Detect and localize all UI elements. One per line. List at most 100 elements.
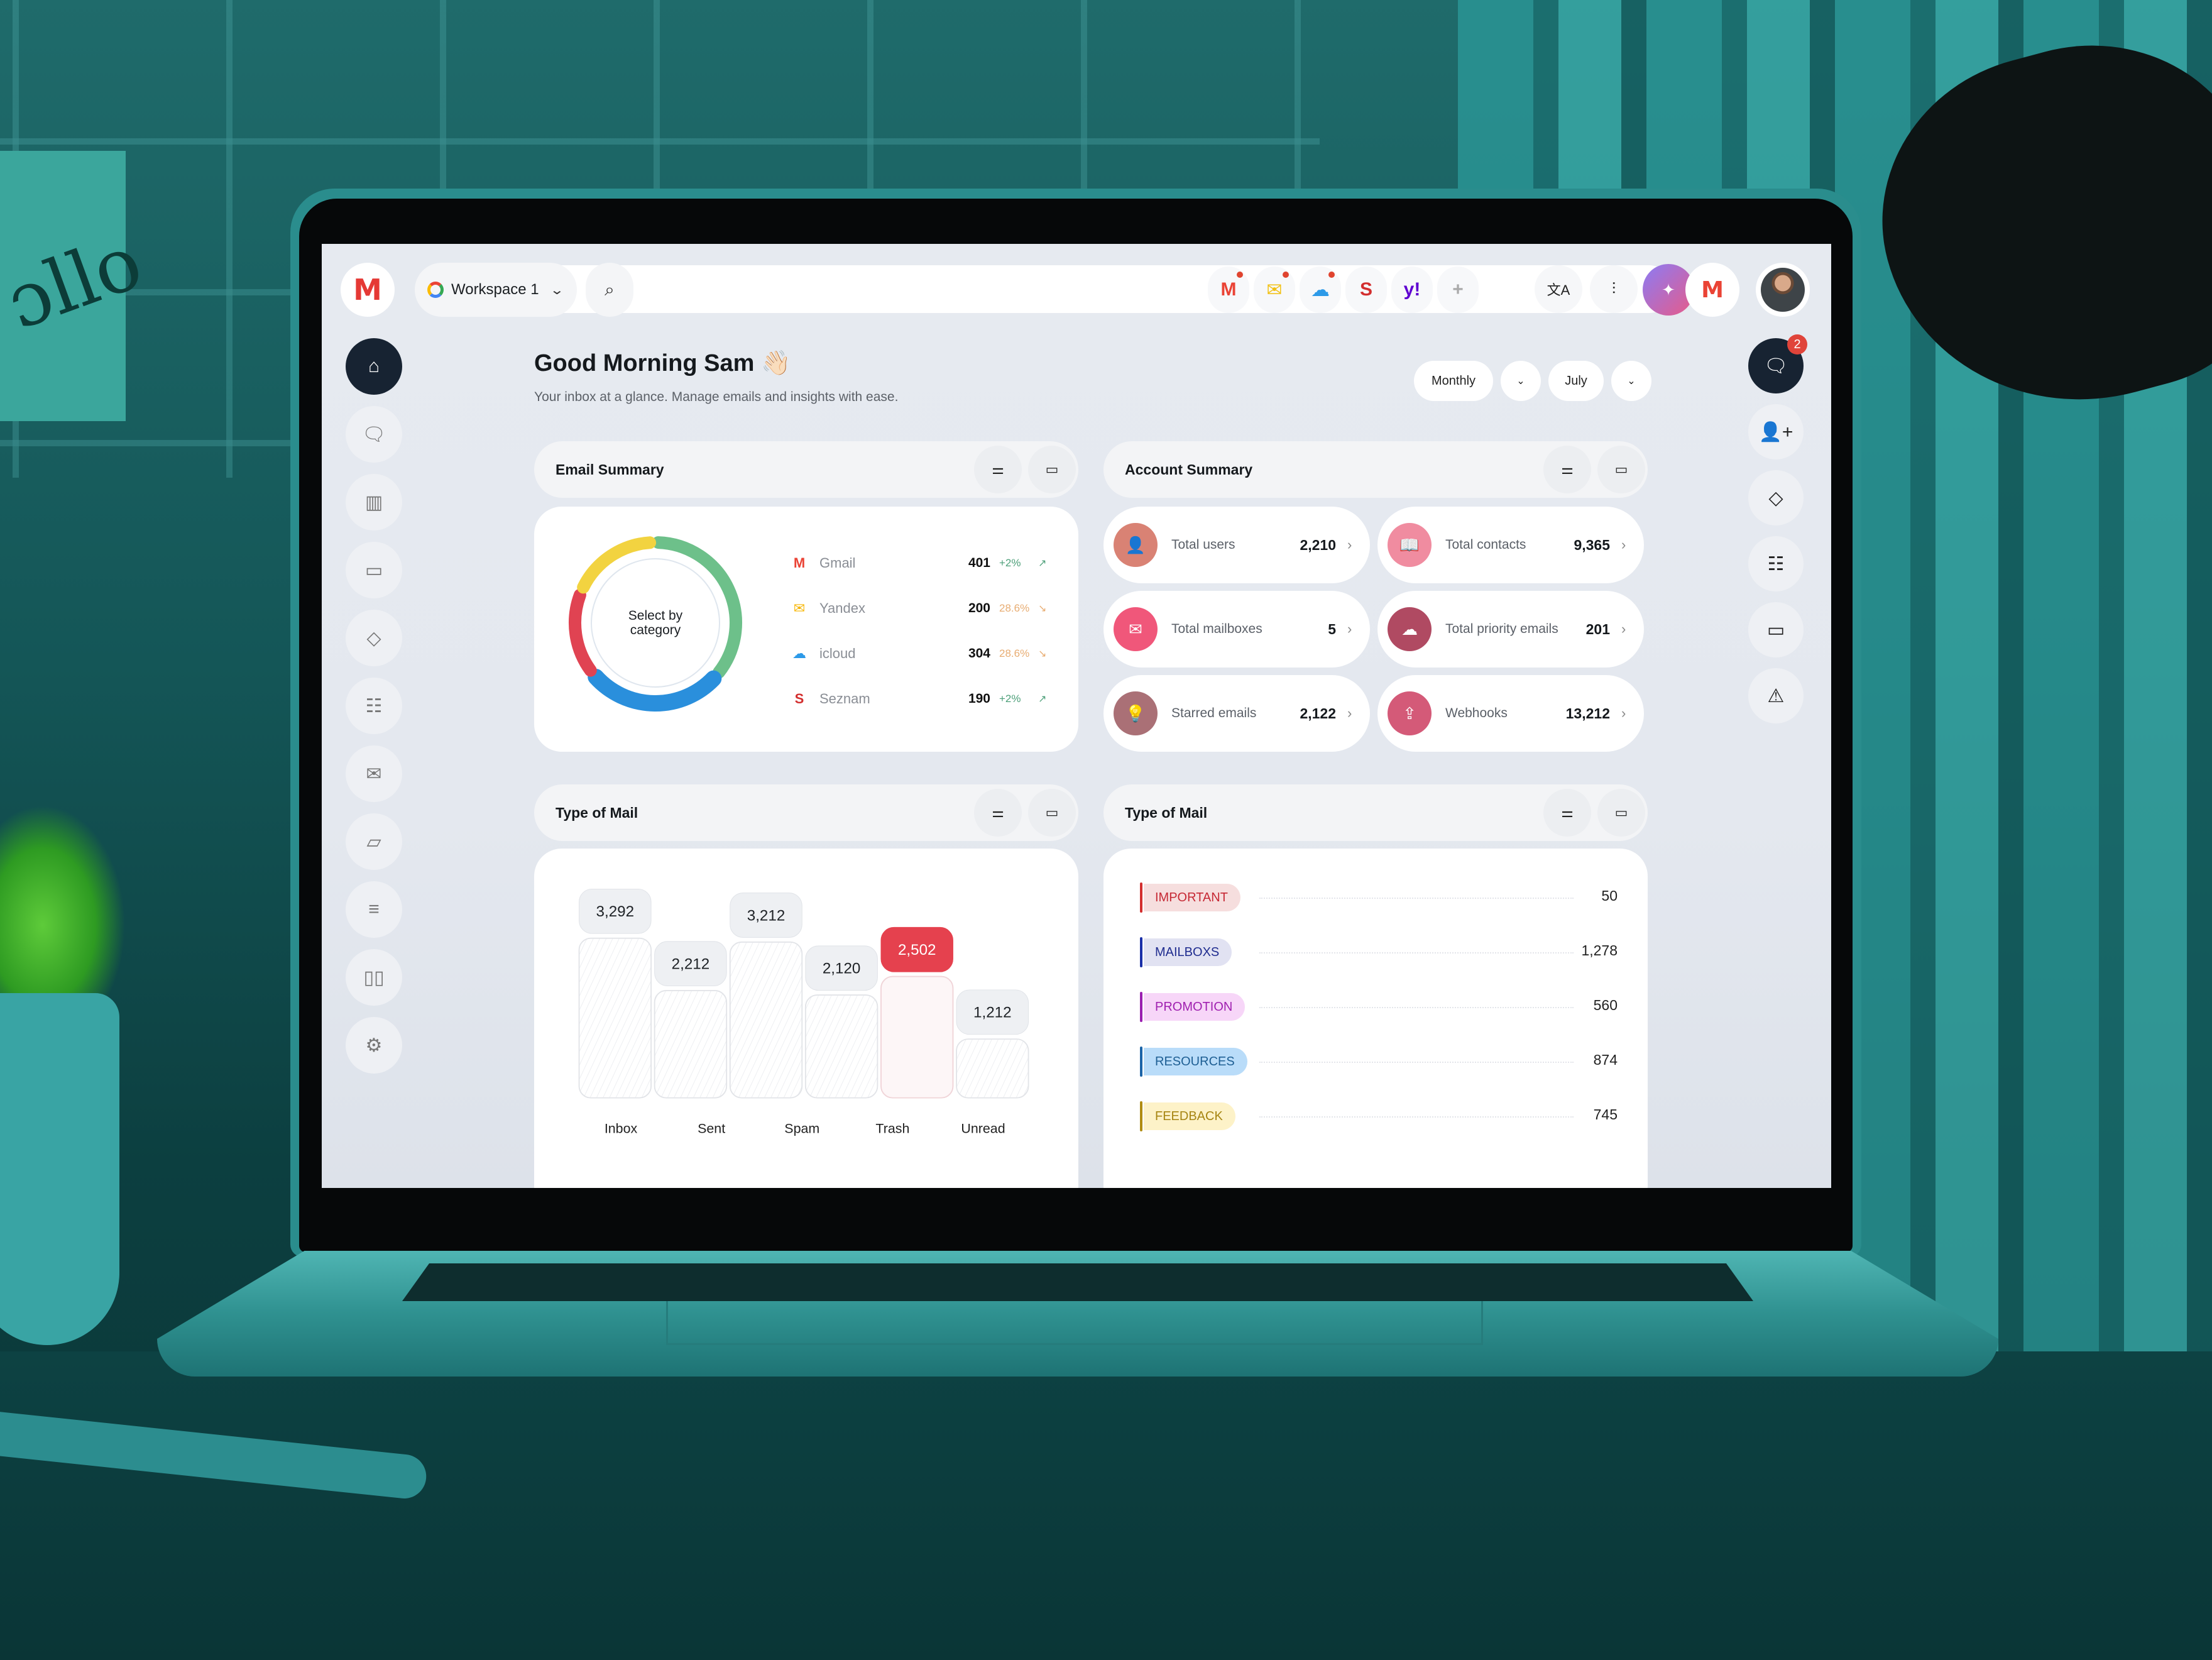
sidebar-item-mail[interactable]: ✉ — [346, 745, 402, 802]
legend-change: 28.6% — [999, 647, 1030, 659]
tag-leader-line — [1259, 1007, 1574, 1008]
sidebar-item-folder[interactable]: ▱ — [346, 813, 402, 870]
mail-tag-row[interactable]: FEEDBACK 745 — [1140, 1100, 1618, 1133]
period-dropdown-button[interactable]: ⌄ — [1501, 361, 1541, 401]
right-sidebar-item-messages[interactable]: 🗨 2 — [1748, 334, 1807, 393]
bar-value-label: 3,212 — [747, 907, 786, 924]
stat-icon: ✉ — [1114, 607, 1158, 651]
account-stat-card[interactable]: ⇪ Webhooks 13,212 › — [1377, 675, 1644, 752]
provider-yandex-button[interactable]: ✉ — [1254, 267, 1295, 313]
calendar-icon: ▭ — [1045, 461, 1059, 477]
legend-change: 28.6% — [999, 602, 1030, 614]
mail-type-chart-calendar-button[interactable]: ▭ — [1028, 789, 1076, 837]
mail-tag-row[interactable]: RESOURCES 874 — [1140, 1045, 1618, 1078]
add-user-icon: 👤+ — [1758, 421, 1793, 442]
tag-leader-line — [1259, 1116, 1574, 1118]
account-stat-card[interactable]: ☁ Total priority emails 201 › — [1377, 591, 1644, 668]
sticky-note-decoration: ɔllo — [0, 151, 153, 421]
provider-icloud-button[interactable]: ☁ — [1300, 267, 1341, 313]
legend-item[interactable]: ☁ icloud 304 28.6% ↘ — [791, 631, 1054, 676]
sidebar-item-calendar[interactable]: ▭ — [346, 542, 402, 598]
bar[interactable] — [880, 976, 954, 1099]
right-sidebar-item-tags[interactable]: ◇ — [1748, 470, 1804, 525]
account-mail-button[interactable]: M — [1685, 263, 1739, 317]
account-area: M — [1685, 263, 1811, 317]
sidebar-item-chats[interactable]: 🗨 — [346, 406, 402, 463]
translate-icon: 文A — [1547, 282, 1570, 298]
workspace-selector[interactable]: Workspace 1 ⌄ — [415, 263, 577, 317]
sidebar-item-tags[interactable]: ◇ — [346, 610, 402, 666]
account-stat-card[interactable]: 📖 Total contacts 9,365 › — [1377, 507, 1644, 583]
period-select[interactable]: Monthly — [1414, 361, 1493, 401]
user-avatar[interactable] — [1756, 263, 1810, 317]
legend-item[interactable]: ✉ Yandex 200 28.6% ↘ — [791, 586, 1054, 631]
gmail-icon: M — [1701, 277, 1724, 303]
seznam-icon: S — [794, 691, 804, 706]
provider-add-provider-button[interactable]: + — [1437, 267, 1479, 313]
page-subtitle: Your inbox at a glance. Manage emails an… — [534, 390, 899, 404]
sidebar-item-notes[interactable]: ≡ — [346, 881, 402, 938]
tag-color-bar — [1140, 992, 1142, 1022]
tag-leader-line — [1259, 1062, 1574, 1063]
mail-type-tags-filter-button[interactable]: ⚌ — [1543, 789, 1591, 837]
tag-label: IMPORTANT — [1144, 884, 1240, 911]
top-bar: M Workspace 1 ⌄ ⌕ M ✉ ☁ Sy! + 文A ⫶ ✦ M — [341, 263, 1811, 317]
right-sidebar: 🗨 2 👤+ ◇ ☷ ▭ ⚠ — [1748, 334, 1807, 734]
x-axis-tick-label: Inbox — [605, 1121, 638, 1136]
bar[interactable] — [804, 994, 879, 1099]
tags-icon: ◇ — [366, 627, 381, 649]
bar[interactable] — [654, 990, 728, 1099]
search-button[interactable]: ⌕ — [586, 263, 633, 317]
app-logo[interactable]: M — [341, 263, 395, 317]
bar[interactable] — [729, 941, 803, 1099]
bar[interactable] — [578, 937, 652, 1099]
account-stat-card[interactable]: 💡 Starred emails 2,122 › — [1103, 675, 1370, 752]
mail-type-chart-filter-button[interactable]: ⚌ — [974, 789, 1022, 837]
folder-icon: ▱ — [366, 831, 381, 852]
translate-button[interactable]: 文A — [1535, 265, 1582, 313]
email-summary-calendar-button[interactable]: ▭ — [1028, 446, 1076, 493]
account-summary-calendar-button[interactable]: ▭ — [1597, 446, 1645, 493]
sidebar-item-contacts[interactable]: ☷ — [346, 678, 402, 734]
account-summary-title: Account Summary — [1125, 461, 1253, 478]
notification-dot — [1237, 272, 1243, 278]
laptop-keyboard — [402, 1263, 1753, 1301]
yandex-icon: ✉ — [793, 600, 806, 616]
tag-label: FEEDBACK — [1144, 1102, 1235, 1130]
provider-yahoo-button[interactable]: y! — [1391, 267, 1433, 313]
provider-gmail-button[interactable]: M — [1208, 267, 1249, 313]
legend-item[interactable]: S Seznam 190 +2% ↗ — [791, 676, 1054, 722]
email-summary-filter-button[interactable]: ⚌ — [974, 446, 1022, 493]
mail-icon: ✉ — [366, 763, 382, 784]
legend-item[interactable]: M Gmail 401 +2% ↗ — [791, 541, 1054, 586]
sidebar-item-archive[interactable]: ▯▯ — [346, 949, 402, 1006]
legend-value: 190 — [968, 691, 990, 706]
sidebar-item-home[interactable]: ⌂ — [346, 338, 402, 395]
month-select[interactable]: July — [1548, 361, 1604, 401]
right-sidebar-item-alerts[interactable]: ⚠ — [1748, 668, 1804, 723]
notification-dot — [1283, 272, 1289, 278]
provider-seznam-button[interactable]: S — [1345, 267, 1387, 313]
account-stat-card[interactable]: ✉ Total mailboxes 5 › — [1103, 591, 1370, 668]
mail-tag-row[interactable]: MAILBOXS 1,278 — [1140, 936, 1618, 969]
sidebar-item-settings[interactable]: ⚙ — [346, 1017, 402, 1074]
account-stat-card[interactable]: 👤 Total users 2,210 › — [1103, 507, 1370, 583]
bar[interactable] — [956, 1038, 1029, 1099]
stat-label: Total contacts — [1445, 537, 1526, 552]
mail-type-tags-calendar-button[interactable]: ▭ — [1597, 789, 1645, 837]
plant-decoration — [0, 805, 126, 1006]
month-dropdown-button[interactable]: ⌄ — [1611, 361, 1651, 401]
filters-button[interactable]: ⫶ — [1590, 265, 1638, 313]
mail-tag-row[interactable]: PROMOTION 560 — [1140, 991, 1618, 1023]
right-sidebar-item-add-user[interactable]: 👤+ — [1748, 404, 1804, 459]
right-sidebar-item-contacts[interactable]: ☷ — [1748, 536, 1804, 591]
legend-provider-name: Seznam — [819, 691, 870, 706]
tag-color-bar — [1140, 1101, 1142, 1131]
mail-tag-row[interactable]: IMPORTANT 50 — [1140, 881, 1618, 914]
stat-label: Starred emails — [1171, 706, 1257, 720]
messages-icon: 🗨 — [1763, 355, 1788, 377]
sidebar-item-analytics[interactable]: ▥ — [346, 474, 402, 530]
right-sidebar-item-calendar[interactable]: ▭ — [1748, 602, 1804, 657]
account-summary-filter-button[interactable]: ⚌ — [1543, 446, 1591, 493]
legend-provider-name: Yandex — [819, 600, 865, 616]
